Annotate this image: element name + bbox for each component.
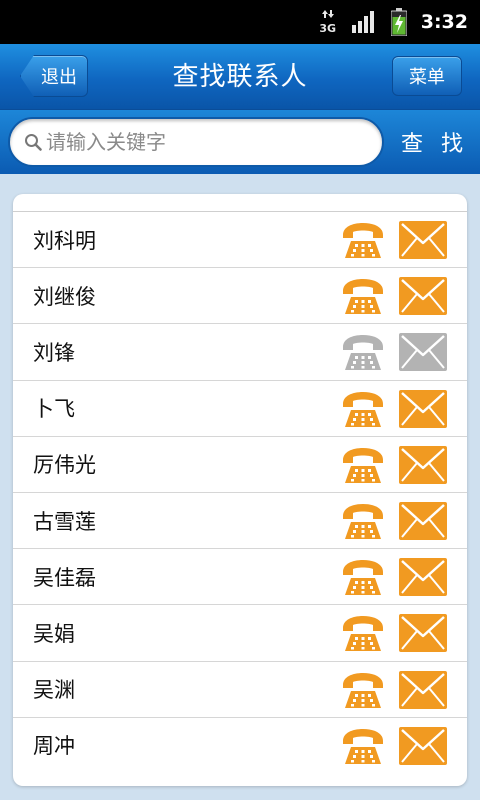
mail-icon[interactable]	[399, 558, 447, 597]
contact-name: 吴渊	[33, 678, 75, 703]
contact-row[interactable]: 古雪莲	[13, 492, 467, 548]
menu-button[interactable]: 菜单	[392, 56, 462, 96]
contact-row[interactable]: 刘继俊	[13, 267, 467, 323]
page-title: 查找联系人	[172, 62, 308, 92]
search-bar: 查 找	[0, 110, 480, 174]
battery-charging-icon	[390, 8, 407, 36]
phone-icon[interactable]	[340, 670, 386, 710]
signal-strength-icon	[351, 11, 374, 33]
contact-name: 卜飞	[33, 397, 75, 422]
contact-row[interactable]: 刘锋	[13, 323, 467, 379]
mail-icon[interactable]	[399, 502, 447, 540]
mail-icon[interactable]	[399, 277, 447, 316]
contact-name: 厉伟光	[33, 453, 96, 478]
mail-icon[interactable]	[399, 445, 447, 484]
phone-icon[interactable]	[340, 389, 386, 429]
phone-icon[interactable]	[340, 613, 386, 653]
network-type-label: 3G	[319, 22, 337, 35]
mail-icon[interactable]	[399, 221, 447, 259]
phone-icon-disabled[interactable]	[340, 332, 386, 372]
mail-icon-disabled[interactable]	[399, 333, 447, 372]
search-button[interactable]: 查 找	[390, 117, 474, 167]
phone-icon[interactable]	[340, 501, 386, 541]
phone-icon[interactable]	[340, 726, 386, 766]
title-bar: 退出 查找联系人 菜单	[0, 44, 480, 110]
contact-row[interactable]: 吴渊	[13, 660, 467, 717]
mail-icon[interactable]	[399, 614, 447, 653]
status-bar: 3G 3:32	[0, 0, 480, 44]
contact-list: 刘科明 刘继俊 刘锋 卜飞 厉伟光 古雪莲 吴佳磊 吴娟 吴渊 周冲	[13, 194, 467, 786]
exit-button[interactable]: 退出	[20, 55, 88, 97]
contact-name: 刘科明	[33, 228, 96, 253]
contact-name: 吴佳磊	[33, 565, 96, 590]
network-3g-icon: 3G	[319, 9, 337, 35]
mail-icon[interactable]	[399, 389, 447, 428]
phone-icon[interactable]	[340, 557, 386, 597]
contact-row[interactable]: 卜飞	[13, 379, 467, 436]
clock: 3:32	[420, 11, 468, 33]
search-input[interactable]	[42, 122, 382, 162]
phone-icon[interactable]	[340, 220, 386, 260]
phone-icon[interactable]	[340, 276, 386, 316]
contact-row[interactable]: 刘科明	[13, 211, 467, 267]
contact-name: 吴娟	[33, 621, 75, 646]
search-icon	[25, 134, 42, 151]
contact-row[interactable]: 厉伟光	[13, 435, 467, 492]
contact-row[interactable]: 吴娟	[13, 604, 467, 660]
mail-icon[interactable]	[399, 726, 447, 765]
mail-icon[interactable]	[399, 670, 447, 709]
contact-name: 古雪莲	[33, 509, 96, 534]
contact-name: 周冲	[33, 734, 75, 759]
contact-row[interactable]: 周冲	[13, 716, 467, 773]
contact-name: 刘继俊	[33, 284, 96, 309]
contact-name: 刘锋	[33, 340, 75, 365]
contact-row[interactable]: 吴佳磊	[13, 548, 467, 604]
search-field[interactable]	[8, 117, 384, 167]
phone-icon[interactable]	[340, 445, 386, 485]
